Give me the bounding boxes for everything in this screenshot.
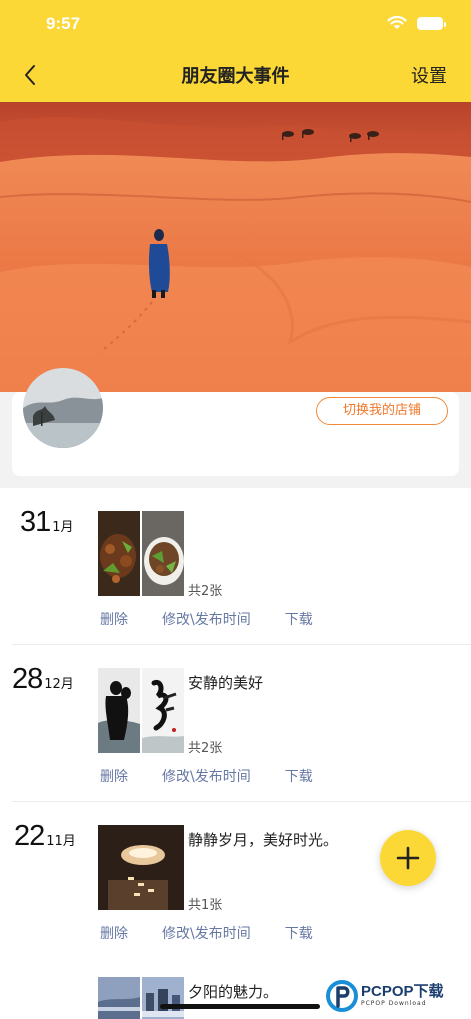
download-button[interactable]: 下载 — [285, 609, 313, 629]
download-button[interactable]: 下载 — [285, 766, 313, 786]
cover-image[interactable] — [0, 102, 471, 392]
screen: 9:57 朋友圈大事件 设置 切换我的店铺 31 1月 共2张 删除 修改\发布… — [0, 0, 471, 1019]
avatar-image — [23, 368, 103, 448]
thumbnail-image[interactable] — [98, 511, 140, 596]
add-post-button[interactable] — [380, 830, 436, 886]
status-icons — [387, 16, 446, 30]
thumbnail-image[interactable] — [142, 511, 184, 596]
thumbnail-image[interactable] — [98, 977, 140, 1019]
edit-time-button[interactable]: 修改\发布时间 — [162, 766, 251, 786]
watermark-main: PCPOP下载 — [361, 983, 444, 1000]
post-actions: 删除 修改\发布时间 下载 — [100, 766, 347, 786]
delete-button[interactable]: 删除 — [100, 766, 128, 786]
page-title: 朋友圈大事件 — [181, 66, 290, 87]
post-caption: 静静岁月，美好时光。 — [188, 831, 339, 849]
watermark-text: PCPOP下载 PCPOP Download — [361, 984, 444, 1008]
wifi-icon — [387, 16, 407, 29]
desert-cover-illustration — [0, 102, 471, 392]
home-indicator — [160, 1004, 320, 1009]
post-thumbnails[interactable] — [98, 825, 184, 910]
post-date: 22 11月 — [14, 820, 76, 853]
switch-store-button[interactable]: 切换我的店铺 — [316, 397, 448, 425]
watermark-sub: PCPOP Download — [361, 1000, 427, 1007]
avatar[interactable] — [23, 368, 103, 448]
photo-count: 共2张 — [188, 741, 223, 756]
thumbnail-image[interactable] — [142, 977, 184, 1019]
pcpop-logo-icon — [326, 980, 358, 1012]
post-caption: 夕阳的魅力。 — [188, 983, 279, 1001]
feed-list: 31 1月 共2张 删除 修改\发布时间 下载 28 12月 安静的美好 共2张… — [0, 488, 471, 1019]
post-thumbnails[interactable] — [98, 977, 184, 1019]
delete-button[interactable]: 删除 — [100, 923, 128, 943]
photo-count: 共1张 — [188, 898, 223, 913]
divider — [12, 801, 471, 802]
thumbnail-image[interactable] — [98, 825, 184, 910]
post-thumbnails[interactable] — [98, 668, 184, 753]
battery-icon — [417, 16, 446, 30]
delete-button[interactable]: 删除 — [100, 609, 128, 629]
post-day: 22 — [14, 820, 45, 852]
post-date: 31 1月 — [20, 506, 74, 539]
post-day: 31 — [20, 506, 51, 538]
post-actions: 删除 修改\发布时间 下载 — [100, 609, 347, 629]
photo-count: 共2张 — [188, 584, 223, 599]
post-month: 12月 — [44, 677, 74, 692]
post-month: 11月 — [46, 834, 76, 849]
settings-button[interactable]: 设置 — [411, 62, 447, 88]
divider — [12, 644, 471, 645]
edit-time-button[interactable]: 修改\发布时间 — [162, 609, 251, 629]
watermark: PCPOP下载 PCPOP Download — [326, 976, 471, 1016]
post-caption: 安静的美好 — [188, 674, 264, 692]
top-bar: 9:57 朋友圈大事件 设置 — [0, 0, 471, 102]
plus-icon — [396, 846, 420, 870]
status-time: 9:57 — [46, 14, 81, 33]
edit-time-button[interactable]: 修改\发布时间 — [162, 923, 251, 943]
post-thumbnails[interactable] — [98, 511, 184, 596]
post-month: 1月 — [52, 520, 74, 535]
post-actions: 删除 修改\发布时间 下载 — [100, 923, 347, 943]
post-date: 28 12月 — [12, 663, 74, 696]
download-button[interactable]: 下载 — [285, 923, 313, 943]
post-day: 28 — [12, 663, 43, 695]
thumbnail-image[interactable] — [98, 668, 140, 753]
thumbnail-image[interactable] — [142, 668, 184, 753]
